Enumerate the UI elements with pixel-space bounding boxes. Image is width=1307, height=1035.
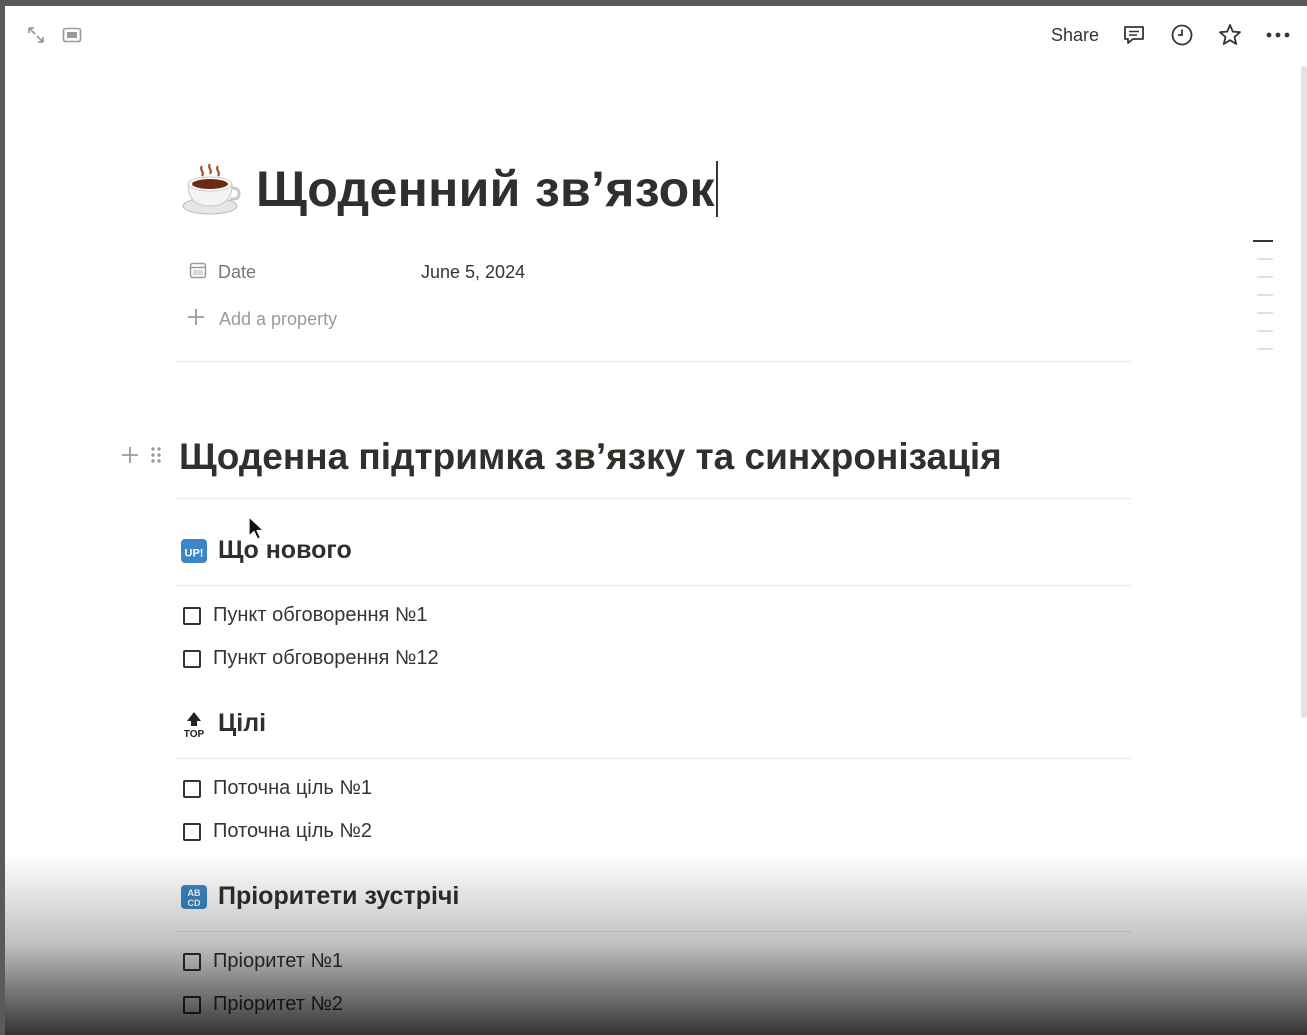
todo-item: Поточна ціль №1 <box>183 777 372 800</box>
clock-icon[interactable] <box>1169 22 1195 48</box>
property-key[interactable]: Date <box>183 260 413 285</box>
toc-line[interactable] <box>1257 330 1273 332</box>
section-divider <box>175 931 1131 932</box>
share-button[interactable]: Share <box>1051 25 1099 46</box>
add-property-button[interactable]: Add a property <box>183 306 337 333</box>
calendar-icon <box>188 260 208 285</box>
top-arrow-icon: TOP <box>180 710 208 740</box>
toc-line[interactable] <box>1257 348 1273 350</box>
property-row-date[interactable]: Date June 5, 2024 <box>183 254 1141 290</box>
svg-text:AB: AB <box>188 888 201 898</box>
section-heading[interactable]: Цілі <box>218 709 266 738</box>
block-handles <box>119 444 179 471</box>
checkbox[interactable] <box>183 822 201 841</box>
section-heading-goals: TOP Цілі <box>180 709 266 740</box>
toc-line[interactable] <box>1257 294 1273 296</box>
svg-text:UP!: UP! <box>185 547 204 559</box>
svg-text:TOP: TOP <box>184 729 205 738</box>
properties-divider <box>175 361 1131 362</box>
page-title-row: Щоденний зв’язок <box>180 158 718 220</box>
todo-text[interactable]: Поточна ціль №1 <box>213 777 372 800</box>
drag-handle-icon[interactable] <box>149 444 163 471</box>
svg-text:CD: CD <box>188 898 201 908</box>
toc-line[interactable] <box>1257 276 1273 278</box>
table-of-contents-minimap[interactable] <box>1253 240 1273 366</box>
todo-text[interactable]: Пункт обговорення №12 <box>213 647 439 670</box>
heading-1-block: Щоденна підтримка зв’язку та синхронізац… <box>119 436 1002 478</box>
notion-page-window: Share Щоденний зв’язок Date June 5, 2024… <box>5 6 1307 1035</box>
property-name: Date <box>218 261 257 282</box>
checkbox[interactable] <box>183 779 201 798</box>
coffee-cup-icon[interactable] <box>180 158 242 220</box>
todo-item: Пункт обговорення №1 <box>183 604 428 627</box>
topbar-left <box>25 24 83 46</box>
todo-item: Пункт обговорення №12 <box>183 647 439 670</box>
todo-item: Поточна ціль №2 <box>183 820 372 843</box>
add-property-label: Add a property <box>219 309 338 329</box>
comment-icon[interactable] <box>1121 22 1147 48</box>
heading-1-divider <box>175 498 1131 499</box>
topbar-right: Share <box>1051 22 1291 48</box>
add-block-icon[interactable] <box>119 444 141 471</box>
todo-text[interactable]: Поточна ціль №2 <box>213 820 372 843</box>
up-icon: UP! <box>180 537 208 565</box>
todo-text[interactable]: Пріоритет №2 <box>213 993 343 1016</box>
abcd-icon: AB CD <box>180 883 208 911</box>
section-heading-meeting-priorities: AB CD Пріоритети зустрічі <box>180 882 459 911</box>
todo-item: Пріоритет №1 <box>183 950 343 973</box>
side-peek-icon[interactable] <box>61 24 83 46</box>
todo-item: Пріоритет №2 <box>183 993 343 1016</box>
topbar: Share <box>5 6 1307 64</box>
text-caret <box>715 161 718 217</box>
mouse-pointer-icon <box>248 516 266 547</box>
section-heading[interactable]: Що нового <box>218 536 352 565</box>
section-divider <box>175 585 1131 586</box>
plus-icon <box>185 306 207 333</box>
checkbox[interactable] <box>183 952 201 971</box>
toc-line[interactable] <box>1257 258 1273 260</box>
section-heading[interactable]: Пріоритети зустрічі <box>218 882 459 911</box>
checkbox[interactable] <box>183 649 201 668</box>
page-title[interactable]: Щоденний зв’язок <box>256 160 715 218</box>
checkbox[interactable] <box>183 995 201 1014</box>
property-value-date[interactable]: June 5, 2024 <box>413 262 525 283</box>
todo-text[interactable]: Пріоритет №1 <box>213 950 343 973</box>
section-divider <box>175 758 1131 759</box>
scrollbar[interactable] <box>1301 66 1307 718</box>
checkbox[interactable] <box>183 606 201 625</box>
star-icon[interactable] <box>1217 22 1243 48</box>
toc-line[interactable] <box>1257 312 1273 314</box>
more-icon[interactable] <box>1265 22 1291 48</box>
expand-icon[interactable] <box>25 24 47 46</box>
toc-line[interactable] <box>1253 240 1273 242</box>
heading-1[interactable]: Щоденна підтримка зв’язку та синхронізац… <box>179 436 1002 478</box>
todo-text[interactable]: Пункт обговорення №1 <box>213 604 428 627</box>
